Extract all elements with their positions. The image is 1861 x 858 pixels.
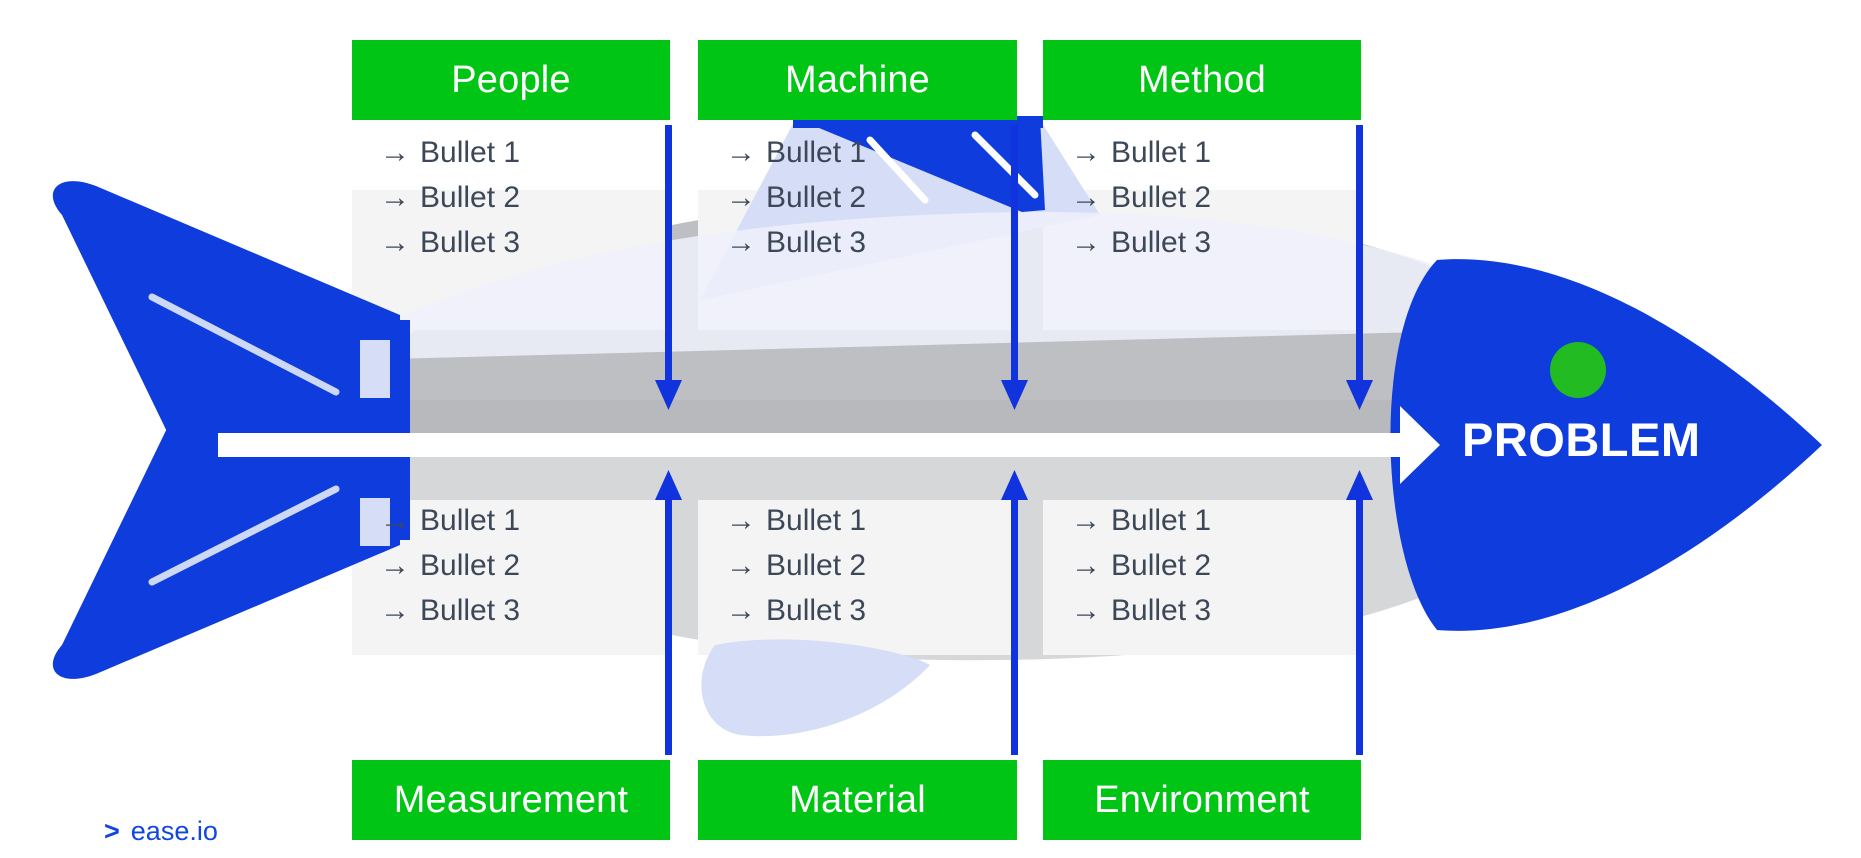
category-label-method: Method xyxy=(1138,59,1266,101)
bullet-group-machine: → Bullet 1 → Bullet 2 → Bullet 3 xyxy=(726,136,866,259)
bullet-text: Bullet 2 xyxy=(766,549,867,582)
bullet-group-material: → Bullet 1 → Bullet 2 → Bullet 3 xyxy=(726,504,866,627)
bullet-text: Bullet 3 xyxy=(420,226,521,259)
arrow-right-icon: → xyxy=(1071,181,1101,214)
tail-connector-top xyxy=(360,340,390,398)
bullet-text: Bullet 3 xyxy=(420,594,521,627)
bullet-text: Bullet 3 xyxy=(766,594,867,627)
bullet-item: → Bullet 1 xyxy=(1071,504,1211,537)
bullet-item: → Bullet 2 xyxy=(1071,181,1211,214)
spine-arrow-shaft xyxy=(218,433,1413,457)
fish-eye xyxy=(1550,342,1606,398)
category-box-material[interactable]: Material xyxy=(698,760,1017,840)
arrow-right-icon: → xyxy=(380,136,410,169)
arrow-right-icon: → xyxy=(1071,549,1101,582)
bullet-text: Bullet 2 xyxy=(420,181,521,214)
bullet-item: → Bullet 2 xyxy=(726,181,866,214)
arrow-right-icon: → xyxy=(380,549,410,582)
arrow-right-icon: → xyxy=(726,549,756,582)
category-label-material: Material xyxy=(789,779,926,821)
arrow-right-icon: → xyxy=(380,181,410,214)
arrow-right-icon: → xyxy=(726,226,756,259)
fish-pelvic-fin xyxy=(701,639,930,737)
bullet-item: → Bullet 1 xyxy=(380,504,520,537)
bullet-text: Bullet 1 xyxy=(420,136,521,169)
bullet-text: Bullet 3 xyxy=(1111,226,1212,259)
bullet-item: → Bullet 3 xyxy=(1071,226,1211,259)
category-label-people: People xyxy=(451,59,571,101)
bullet-item: → Bullet 3 xyxy=(380,226,520,259)
arrow-right-icon: → xyxy=(380,504,410,537)
bullet-item: → Bullet 3 xyxy=(726,226,866,259)
category-label-environment: Environment xyxy=(1094,779,1310,821)
bullet-item: → Bullet 3 xyxy=(380,594,520,627)
fishbone-diagram-canvas: People Machine Method → Bullet 1 → Bulle… xyxy=(0,0,1861,858)
bullet-text: Bullet 1 xyxy=(1111,136,1212,169)
brand-logo[interactable]: > ease.io xyxy=(104,816,218,847)
arrow-right-icon: → xyxy=(726,181,756,214)
arrow-right-icon: → xyxy=(1071,226,1101,259)
bullet-item: → Bullet 3 xyxy=(1071,594,1211,627)
bullet-group-measurement: → Bullet 1 → Bullet 2 → Bullet 3 xyxy=(380,504,520,627)
category-label-machine: Machine xyxy=(784,59,931,101)
category-box-method[interactable]: Method xyxy=(1043,40,1361,120)
category-box-environment[interactable]: Environment xyxy=(1043,760,1361,840)
bullet-item: → Bullet 2 xyxy=(380,549,520,582)
bullet-item: → Bullet 1 xyxy=(726,504,866,537)
brand-name: ease.io xyxy=(130,816,218,846)
bullet-item: → Bullet 1 xyxy=(726,136,866,169)
arrow-right-icon: → xyxy=(726,504,756,537)
bullet-text: Bullet 3 xyxy=(766,226,867,259)
bullet-text: Bullet 3 xyxy=(1111,594,1212,627)
arrow-right-icon: → xyxy=(726,136,756,169)
spine-band-lower xyxy=(340,452,1430,500)
bullet-text: Bullet 2 xyxy=(420,549,521,582)
bullet-group-people: → Bullet 1 → Bullet 2 → Bullet 3 xyxy=(380,136,520,259)
problem-label: PROBLEM xyxy=(1462,413,1701,466)
bullet-text: Bullet 1 xyxy=(420,504,521,537)
arrow-right-icon: → xyxy=(380,594,410,627)
bullet-item: → Bullet 1 xyxy=(380,136,520,169)
bullet-item: → Bullet 2 xyxy=(726,549,866,582)
chevron-right-icon: > xyxy=(104,816,120,846)
bullet-item: → Bullet 3 xyxy=(726,594,866,627)
category-box-people[interactable]: People xyxy=(352,40,670,120)
bullet-text: Bullet 2 xyxy=(1111,549,1212,582)
bullet-item: → Bullet 2 xyxy=(380,181,520,214)
bullet-text: Bullet 2 xyxy=(766,181,867,214)
arrow-right-icon: → xyxy=(1071,594,1101,627)
arrow-right-icon: → xyxy=(1071,136,1101,169)
arrow-right-icon: → xyxy=(726,594,756,627)
bullet-text: Bullet 1 xyxy=(1111,504,1212,537)
arrow-right-icon: → xyxy=(380,226,410,259)
bullet-text: Bullet 1 xyxy=(766,136,867,169)
bullet-item: → Bullet 2 xyxy=(1071,549,1211,582)
category-box-measurement[interactable]: Measurement xyxy=(352,760,670,840)
bullet-text: Bullet 2 xyxy=(1111,181,1212,214)
bullet-text: Bullet 1 xyxy=(766,504,867,537)
bullet-group-method: → Bullet 1 → Bullet 2 → Bullet 3 xyxy=(1071,136,1211,259)
bullet-group-environment: → Bullet 1 → Bullet 2 → Bullet 3 xyxy=(1071,504,1211,627)
spine-band-upper xyxy=(340,400,1430,438)
category-label-measurement: Measurement xyxy=(393,779,629,821)
bullet-item: → Bullet 1 xyxy=(1071,136,1211,169)
category-box-machine[interactable]: Machine xyxy=(698,40,1017,120)
arrow-right-icon: → xyxy=(1071,504,1101,537)
